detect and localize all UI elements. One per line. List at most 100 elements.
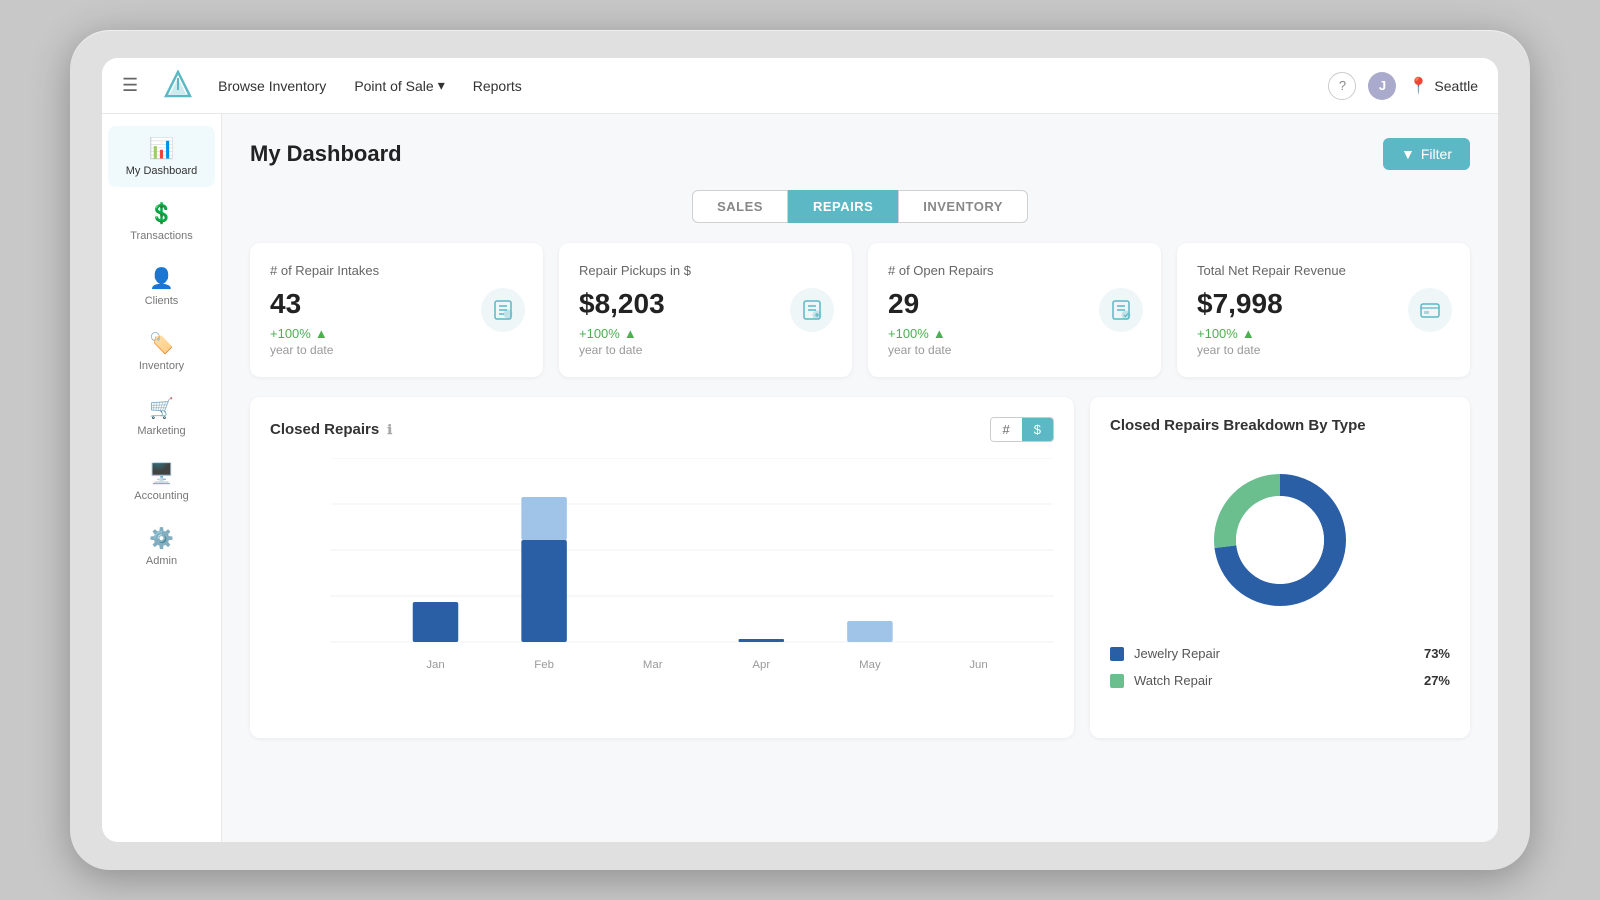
metric-period-repair-intakes: year to date	[270, 343, 523, 357]
content-header: My Dashboard ▼ Filter	[250, 138, 1470, 170]
toggle-dollar-button[interactable]: $	[1022, 418, 1053, 441]
user-avatar[interactable]: J	[1368, 72, 1396, 100]
help-button[interactable]: ?	[1328, 72, 1356, 100]
watch-dot	[1110, 674, 1124, 688]
metric-title-net-revenue: Total Net Repair Revenue	[1197, 263, 1450, 278]
sidebar-item-admin[interactable]: ⚙️ Admin	[108, 516, 215, 577]
metric-card-repair-intakes: # of Repair Intakes 43 +100% ▲ year to d…	[250, 243, 543, 377]
clients-icon: 👤	[149, 266, 174, 291]
hamburger-icon[interactable]: ☰	[122, 75, 138, 96]
filter-icon: ▼	[1401, 146, 1415, 162]
tab-sales[interactable]: SALES	[692, 190, 788, 223]
donut-chart-card: Closed Repairs Breakdown By Type	[1090, 397, 1470, 738]
transactions-icon: 💲	[149, 201, 174, 226]
sidebar-item-inventory[interactable]: 🏷️ Inventory	[108, 321, 215, 382]
toggle-hash-button[interactable]: #	[991, 418, 1022, 441]
metric-title-repair-intakes: # of Repair Intakes	[270, 263, 523, 278]
device-frame: ☰ Browse Inventory Point of Sale ▾ Repor…	[70, 30, 1530, 870]
location-pin-icon: 📍	[1408, 76, 1428, 96]
tab-inventory[interactable]: INVENTORY	[898, 190, 1028, 223]
donut-chart-title: Closed Repairs Breakdown By Type	[1110, 417, 1366, 434]
up-arrow-icon-4: ▲	[1242, 326, 1255, 341]
bar-chart-area: $6,000 $4,500 $3,000 $1,500 $0	[270, 458, 1054, 718]
main-area: 📊 My Dashboard 💲 Transactions 👤 Clients …	[102, 114, 1498, 842]
tab-bar: SALES REPAIRS INVENTORY	[250, 190, 1470, 223]
jewelry-label: Jewelry Repair	[1134, 646, 1220, 661]
metric-change-repair-pickups: +100% ▲	[579, 326, 832, 341]
top-nav: ☰ Browse Inventory Point of Sale ▾ Repor…	[102, 58, 1498, 114]
sidebar-label-dashboard: My Dashboard	[126, 165, 198, 177]
sidebar-label-transactions: Transactions	[130, 230, 193, 242]
screen: ☰ Browse Inventory Point of Sale ▾ Repor…	[102, 58, 1498, 842]
metric-title-open-repairs: # of Open Repairs	[888, 263, 1141, 278]
bar-chart-svg: $6,000 $4,500 $3,000 $1,500 $0	[330, 458, 1054, 688]
donut-chart-header: Closed Repairs Breakdown By Type	[1110, 417, 1450, 434]
svg-text:Mar: Mar	[643, 659, 663, 671]
bar-chart-header: Closed Repairs ℹ # $	[270, 417, 1054, 442]
metric-period-repair-pickups: year to date	[579, 343, 832, 357]
jewelry-pct: 73%	[1424, 646, 1450, 661]
legend-item-watch: Watch Repair 27%	[1110, 667, 1450, 694]
nav-reports[interactable]: Reports	[473, 78, 522, 94]
legend-item-jewelry: Jewelry Repair 73%	[1110, 640, 1450, 667]
nav-links: Browse Inventory Point of Sale ▾ Reports	[218, 77, 1304, 94]
bar-chart-title: Closed Repairs ℹ	[270, 421, 392, 438]
up-arrow-icon: ▲	[315, 326, 328, 341]
filter-label: Filter	[1421, 146, 1452, 162]
sidebar-label-accounting: Accounting	[134, 490, 188, 502]
marketing-icon: 🛒	[149, 396, 174, 421]
metric-card-open-repairs: # of Open Repairs 29 +100% ▲ year to dat…	[868, 243, 1161, 377]
location-label: Seattle	[1434, 78, 1478, 94]
sidebar: 📊 My Dashboard 💲 Transactions 👤 Clients …	[102, 114, 222, 842]
nav-point-of-sale[interactable]: Point of Sale ▾	[354, 77, 444, 94]
donut-area: Jewelry Repair 73% Watch Repair 27%	[1110, 450, 1450, 704]
inventory-icon: 🏷️	[149, 331, 174, 356]
tab-repairs[interactable]: REPAIRS	[788, 190, 898, 223]
admin-icon: ⚙️	[149, 526, 174, 551]
jewelry-dot	[1110, 647, 1124, 661]
metric-icon-repair-intakes	[481, 288, 525, 332]
watch-pct: 27%	[1424, 673, 1450, 688]
sidebar-item-marketing[interactable]: 🛒 Marketing	[108, 386, 215, 447]
charts-row: Closed Repairs ℹ # $	[250, 397, 1470, 738]
filter-button[interactable]: ▼ Filter	[1383, 138, 1470, 170]
metric-period-open-repairs: year to date	[888, 343, 1141, 357]
sidebar-item-clients[interactable]: 👤 Clients	[108, 256, 215, 317]
chart-toggle: # $	[990, 417, 1054, 442]
dashboard-icon: 📊	[149, 136, 174, 161]
metric-change-open-repairs: +100% ▲	[888, 326, 1141, 341]
metric-icon-net-revenue	[1408, 288, 1452, 332]
metric-change-repair-intakes: +100% ▲	[270, 326, 523, 341]
sidebar-item-accounting[interactable]: 🖥️ Accounting	[108, 451, 215, 512]
sidebar-label-clients: Clients	[145, 295, 179, 307]
sidebar-item-transactions[interactable]: 💲 Transactions	[108, 191, 215, 252]
metric-change-net-revenue: +100% ▲	[1197, 326, 1450, 341]
nav-browse-inventory[interactable]: Browse Inventory	[218, 78, 326, 94]
chart-legend: Jewelry Repair 73% Watch Repair 27%	[1110, 640, 1450, 694]
svg-text:Jun: Jun	[969, 659, 987, 671]
sidebar-label-admin: Admin	[146, 555, 177, 567]
svg-text:Apr: Apr	[752, 659, 770, 671]
metric-card-repair-pickups: Repair Pickups in $ $8,203 +100% ▲ year …	[559, 243, 852, 377]
metric-cards: # of Repair Intakes 43 +100% ▲ year to d…	[250, 243, 1470, 377]
up-arrow-icon-3: ▲	[933, 326, 946, 341]
location-badge[interactable]: 📍 Seattle	[1408, 76, 1478, 96]
svg-text:May: May	[859, 659, 881, 671]
svg-text:Feb: Feb	[534, 659, 554, 671]
metric-icon-open-repairs	[1099, 288, 1143, 332]
sidebar-item-dashboard[interactable]: 📊 My Dashboard	[108, 126, 215, 187]
accounting-icon: 🖥️	[149, 461, 174, 486]
page-title: My Dashboard	[250, 141, 402, 167]
svg-text:Jan: Jan	[426, 659, 444, 671]
metric-card-net-revenue: Total Net Repair Revenue $7,998 +100% ▲ …	[1177, 243, 1470, 377]
donut-svg	[1200, 460, 1360, 620]
metric-icon-repair-pickups	[790, 288, 834, 332]
logo-icon	[162, 70, 194, 102]
info-icon[interactable]: ℹ	[387, 422, 392, 438]
watch-label: Watch Repair	[1134, 673, 1212, 688]
metric-title-repair-pickups: Repair Pickups in $	[579, 263, 832, 278]
nav-right: ? J 📍 Seattle	[1328, 72, 1478, 100]
sidebar-label-marketing: Marketing	[137, 425, 185, 437]
bar-chart-card: Closed Repairs ℹ # $	[250, 397, 1074, 738]
sidebar-label-inventory: Inventory	[139, 360, 184, 372]
